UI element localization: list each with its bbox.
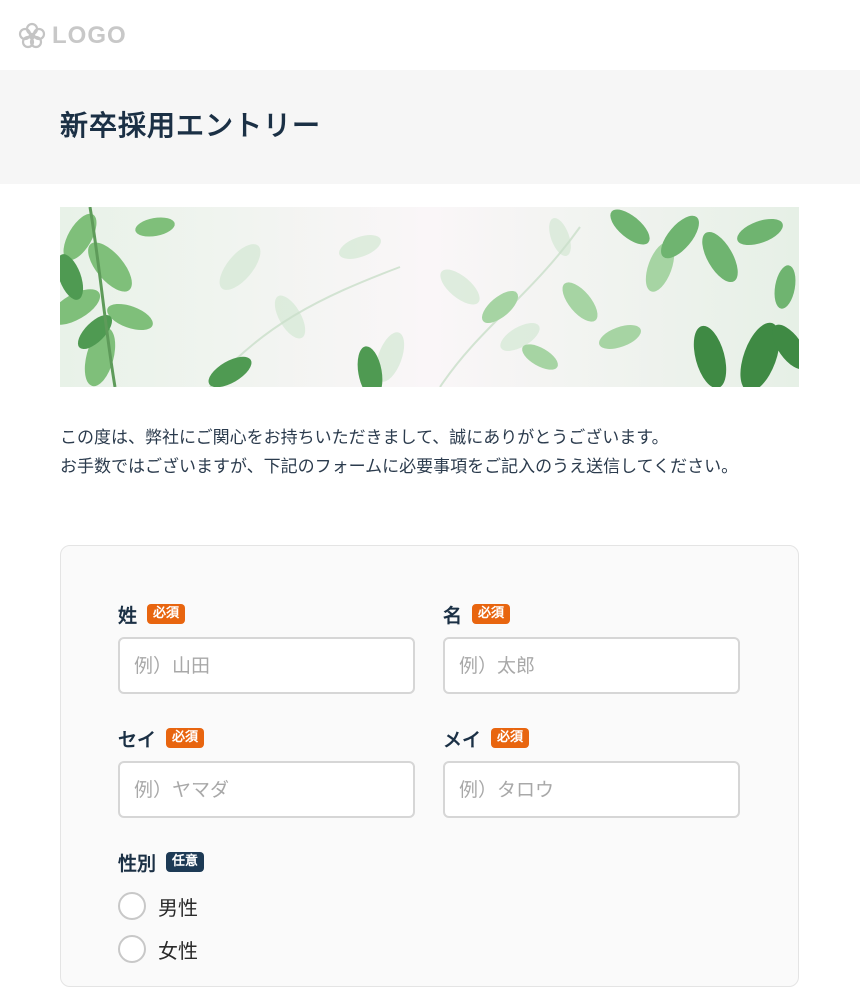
site-logo[interactable]: LOGO [18,20,127,52]
radio-button[interactable] [118,935,146,963]
optional-badge: 任意 [166,852,205,872]
title-band: 新卒採用エントリー [0,70,860,184]
required-badge: 必須 [491,728,530,748]
last-name-kana-label: セイ [118,728,157,751]
last-name-field: 姓 必須 [118,601,415,694]
required-badge: 必須 [147,604,186,624]
last-name-kana-input[interactable] [118,761,415,818]
first-name-field: 名 必須 [443,601,740,694]
flower-icon [18,22,46,49]
gender-option-male[interactable]: 男性 [118,891,204,921]
logo-text: LOGO [52,22,127,49]
gender-field: 性別 任意 男性 女性 [118,849,205,964]
last-name-kana-field: セイ 必須 [118,725,415,818]
entry-form: 姓 必須 名 必須 セイ 必須 メイ 必須 性別 任意 男性 [60,545,799,987]
first-name-label: 名 [443,604,463,627]
intro-line-2: お手数ではございますが、下記のフォームに必要事項をご記入のうえ送信してください。 [60,457,739,477]
required-badge: 必須 [472,604,511,624]
intro-text: この度は、弊社にご関心をお持ちいただきまして、誠にありがとうございます。 お手数… [60,424,800,482]
required-badge: 必須 [166,728,205,748]
gender-label: 性別 [118,852,157,875]
page-title: 新卒採用エントリー [60,109,322,142]
first-name-kana-input[interactable] [443,761,740,818]
last-name-input[interactable] [118,637,415,694]
intro-line-1: この度は、弊社にご関心をお持ちいただきまして、誠にありがとうございます。 [60,428,669,448]
radio-button[interactable] [118,892,146,920]
hero-image [60,207,799,387]
first-name-kana-label: メイ [443,728,482,751]
gender-option-label: 女性 [158,938,198,963]
gender-option-label: 男性 [158,895,198,920]
first-name-input[interactable] [443,637,740,694]
first-name-kana-field: メイ 必須 [443,725,740,818]
last-name-label: 姓 [118,604,138,627]
